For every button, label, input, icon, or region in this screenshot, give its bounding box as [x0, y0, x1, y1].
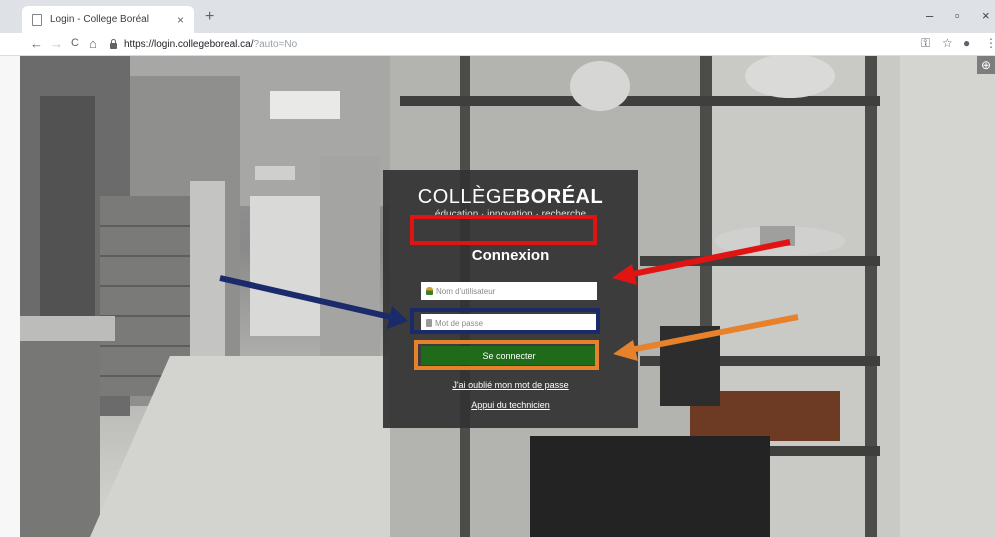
- url-main: https://login.collegeboreal.ca/: [124, 38, 254, 50]
- logo-college-text: COLLÈGE: [417, 186, 516, 208]
- login-heading: Connexion: [471, 247, 550, 264]
- login-card: COLLÈGEBORÉAL éducation · innovation · r…: [383, 170, 638, 428]
- reload-icon[interactable]: C: [71, 37, 79, 49]
- logo-boreal-text: BORÉAL: [515, 186, 604, 208]
- key-icon[interactable]: ⚿: [921, 36, 930, 51]
- url-query: ?auto=No: [253, 38, 298, 50]
- page-viewport: ⊕ COLLÈGEBORÉAL éducation · innovation ·…: [20, 56, 995, 537]
- page-icon: [32, 13, 42, 26]
- browser-toolbar: ← → C ⌂ https://login.collegeboreal.ca/ …: [0, 33, 995, 56]
- username-field[interactable]: Nom d'utilisateur: [421, 282, 597, 300]
- username-placeholder: Nom d'utilisateur: [436, 286, 496, 296]
- home-icon[interactable]: ⌂: [89, 36, 97, 51]
- new-tab-button[interactable]: +: [205, 8, 214, 26]
- back-icon[interactable]: ←: [30, 36, 43, 51]
- browser-tabstrip: Login - College Boréal × + – ▫ ×: [0, 0, 995, 33]
- login-button-highlight-box: [414, 340, 599, 370]
- menu-icon[interactable]: ⋮: [985, 36, 995, 50]
- profile-icon[interactable]: ●: [963, 36, 970, 50]
- forward-icon[interactable]: →: [50, 36, 63, 51]
- tab-close-icon[interactable]: ×: [177, 13, 184, 27]
- tab-title: Login - College Boréal: [50, 14, 149, 25]
- username-highlight-box: [410, 215, 597, 245]
- technician-help-link[interactable]: Appui du technicien: [383, 400, 638, 410]
- password-highlight-box: [410, 308, 600, 334]
- forgot-password-link[interactable]: J'ai oublié mon mot de passe: [383, 380, 638, 390]
- globe-icon[interactable]: ⊕: [977, 56, 995, 74]
- browser-tab[interactable]: Login - College Boréal ×: [22, 6, 194, 33]
- address-bar[interactable]: https://login.collegeboreal.ca/ ?auto=No: [110, 36, 925, 52]
- maximize-button[interactable]: ▫: [955, 8, 960, 23]
- logo-wordmark: COLLÈGEBORÉAL: [383, 186, 638, 209]
- lock-icon: [110, 38, 117, 49]
- minimize-button[interactable]: –: [926, 8, 933, 23]
- user-icon: [426, 287, 433, 295]
- close-window-button[interactable]: ×: [982, 8, 990, 23]
- star-icon[interactable]: ☆: [942, 36, 953, 50]
